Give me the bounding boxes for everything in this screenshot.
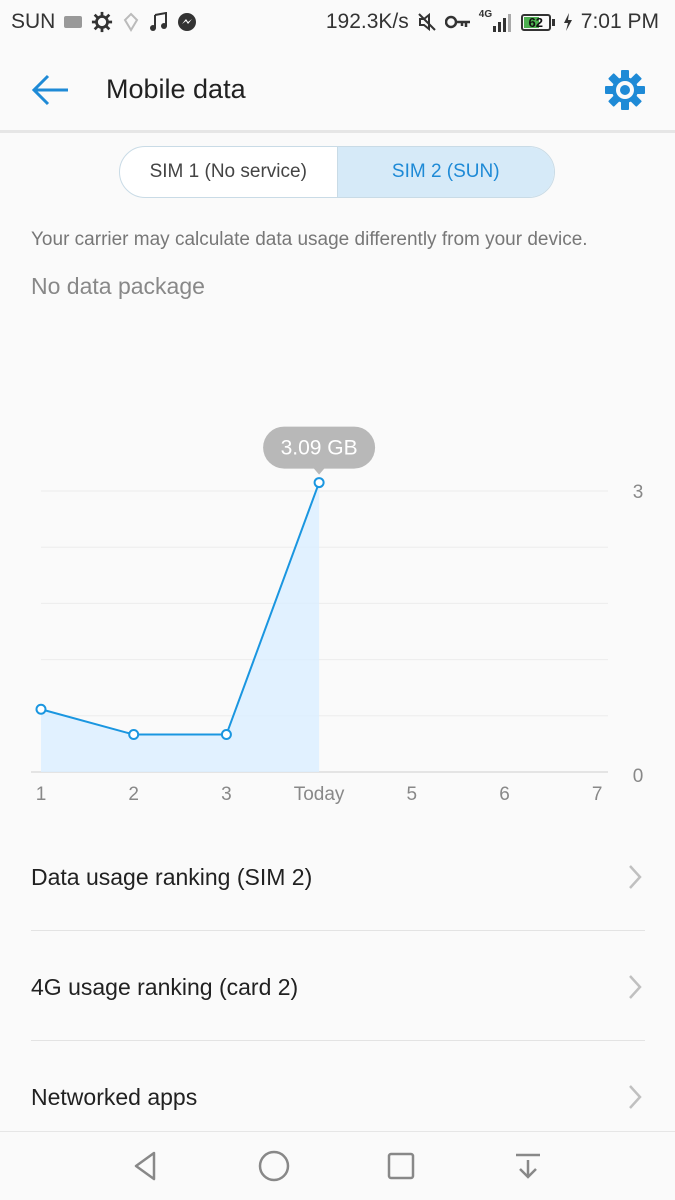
status-right: 192.3K/s 4G 62 7:01 PM [325, 9, 659, 34]
list-item-label: Data usage ranking (SIM 2) [31, 863, 313, 890]
x-tick-label: 3 [221, 784, 232, 805]
list-item-4g-usage-ranking[interactable]: 4G usage ranking (card 2) [31, 932, 645, 1042]
tab-sim2[interactable]: SIM 2 (SUN) [336, 147, 554, 197]
data-point [128, 729, 140, 741]
nav-recents-button[interactable] [381, 1146, 421, 1186]
chevron-right-icon [629, 1085, 642, 1109]
list-divider [31, 930, 645, 931]
status-bar: SUN 192.3K/s 4G 62 7:01 PM [0, 0, 675, 46]
chevron-right-icon [629, 975, 642, 999]
data-point [313, 477, 325, 489]
gear-icon [605, 70, 645, 110]
nav-back-button[interactable] [126, 1146, 166, 1186]
sim-selector: SIM 1 (No service) SIM 2 (SUN) [119, 146, 555, 198]
muted-icon [417, 12, 437, 32]
settings-button[interactable] [603, 68, 647, 112]
app-bar: Mobile data [0, 46, 675, 132]
list-item-label: 4G usage ranking (card 2) [31, 973, 299, 1000]
nav-notifications-button[interactable] [508, 1146, 548, 1186]
vpn-shield-icon [121, 12, 141, 32]
clock: 7:01 PM [580, 10, 659, 33]
vpn-key-icon [444, 14, 471, 30]
signal-4g-icon: 4G [479, 9, 513, 33]
tab-sim1[interactable]: SIM 1 (No service) [120, 147, 337, 197]
page-title: Mobile data [106, 74, 246, 104]
status-left: SUN [11, 10, 197, 34]
tooltip-pointer [313, 467, 326, 475]
x-tick-label: 7 [592, 784, 603, 805]
list-divider [31, 1040, 645, 1041]
chevron-right-icon [629, 865, 642, 889]
x-tick-label: Today [294, 784, 345, 805]
sim-card-icon [63, 14, 83, 30]
tooltip-label: 3.09 GB [281, 437, 358, 460]
music-note-icon [149, 12, 169, 32]
back-arrow-icon [31, 74, 68, 106]
battery-level: 62 [528, 14, 544, 30]
charging-bolt-icon [563, 13, 573, 31]
x-tick-label: 2 [128, 784, 139, 805]
pull-down-icon [516, 1153, 540, 1179]
appbar-divider [0, 130, 675, 133]
navigation-bar [0, 1131, 675, 1200]
package-status: No data package [31, 273, 205, 299]
circle-home-icon [258, 1150, 290, 1182]
triangle-back-icon [134, 1151, 156, 1181]
list-item-data-usage-ranking[interactable]: Data usage ranking (SIM 2) [31, 822, 645, 932]
messenger-icon [177, 12, 197, 32]
x-tick-label: 5 [407, 784, 418, 805]
back-button[interactable] [28, 68, 72, 112]
carrier-note: Your carrier may calculate data usage di… [31, 229, 588, 250]
data-point [35, 703, 47, 715]
y-tick-label: 0 [633, 766, 644, 787]
square-recents-icon [387, 1152, 415, 1180]
list-item-label: Networked apps [31, 1083, 198, 1110]
battery-icon: 62 [520, 13, 555, 31]
data-point [220, 729, 232, 741]
x-tick-label: 6 [499, 784, 510, 805]
usage-chart-svg: 3 0 1 2 3 Today 5 6 7 3.09 GB [31, 426, 644, 805]
settings-cog-icon [91, 11, 113, 33]
network-speed: 192.3K/s [325, 10, 409, 33]
carrier-name: SUN [11, 10, 56, 33]
data-usage-chart: 3 0 1 2 3 Today 5 6 7 3.09 GB [0, 420, 675, 815]
nav-home-button[interactable] [254, 1146, 294, 1186]
y-tick-label: 3 [633, 482, 644, 503]
x-tick-label: 1 [36, 784, 47, 805]
usage-area [41, 482, 320, 772]
